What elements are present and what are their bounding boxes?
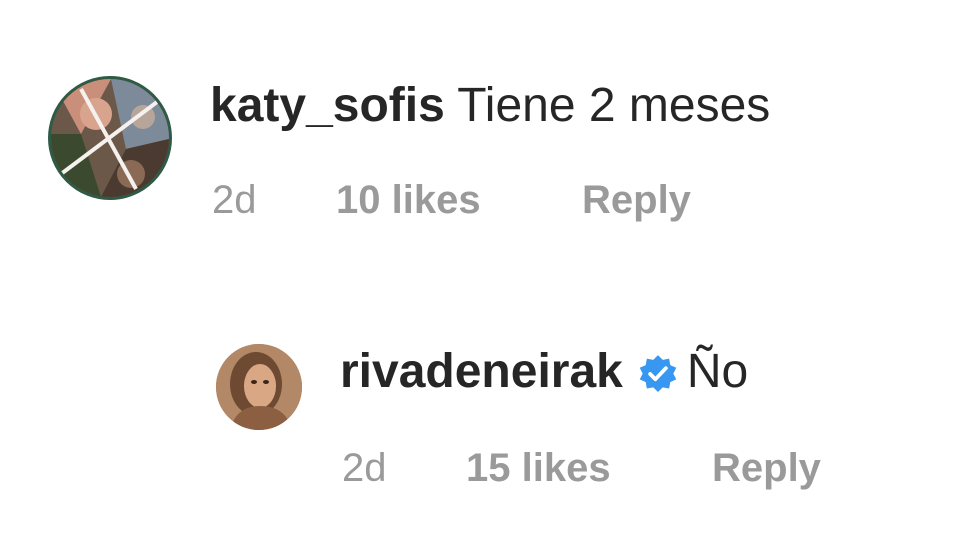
username-link[interactable]: rivadeneirak: [340, 345, 623, 398]
avatar-image: [51, 79, 169, 197]
reply-button[interactable]: Reply: [582, 176, 691, 224]
avatar-image: [216, 344, 302, 430]
comment-meta: 2d 15 likes Reply: [342, 444, 821, 492]
username-link[interactable]: katy_sofis: [210, 79, 445, 132]
likes-count[interactable]: 15 likes: [466, 444, 712, 492]
timestamp: 2d: [212, 178, 257, 222]
comment-text: Ño: [686, 345, 749, 398]
avatar[interactable]: [48, 76, 172, 200]
comment-line: rivadeneirak Ño: [340, 342, 748, 402]
comment-text: Tiene 2 meses: [457, 79, 771, 132]
comment-line: katy_sofis Tiene 2 meses: [210, 78, 770, 134]
verified-badge-icon: [637, 350, 679, 393]
timestamp: 2d: [342, 446, 387, 490]
likes-count[interactable]: 10 likes: [336, 176, 582, 224]
comment-meta: 2d 10 likes Reply: [212, 176, 691, 224]
avatar[interactable]: [216, 344, 302, 430]
reply-button[interactable]: Reply: [712, 444, 821, 492]
